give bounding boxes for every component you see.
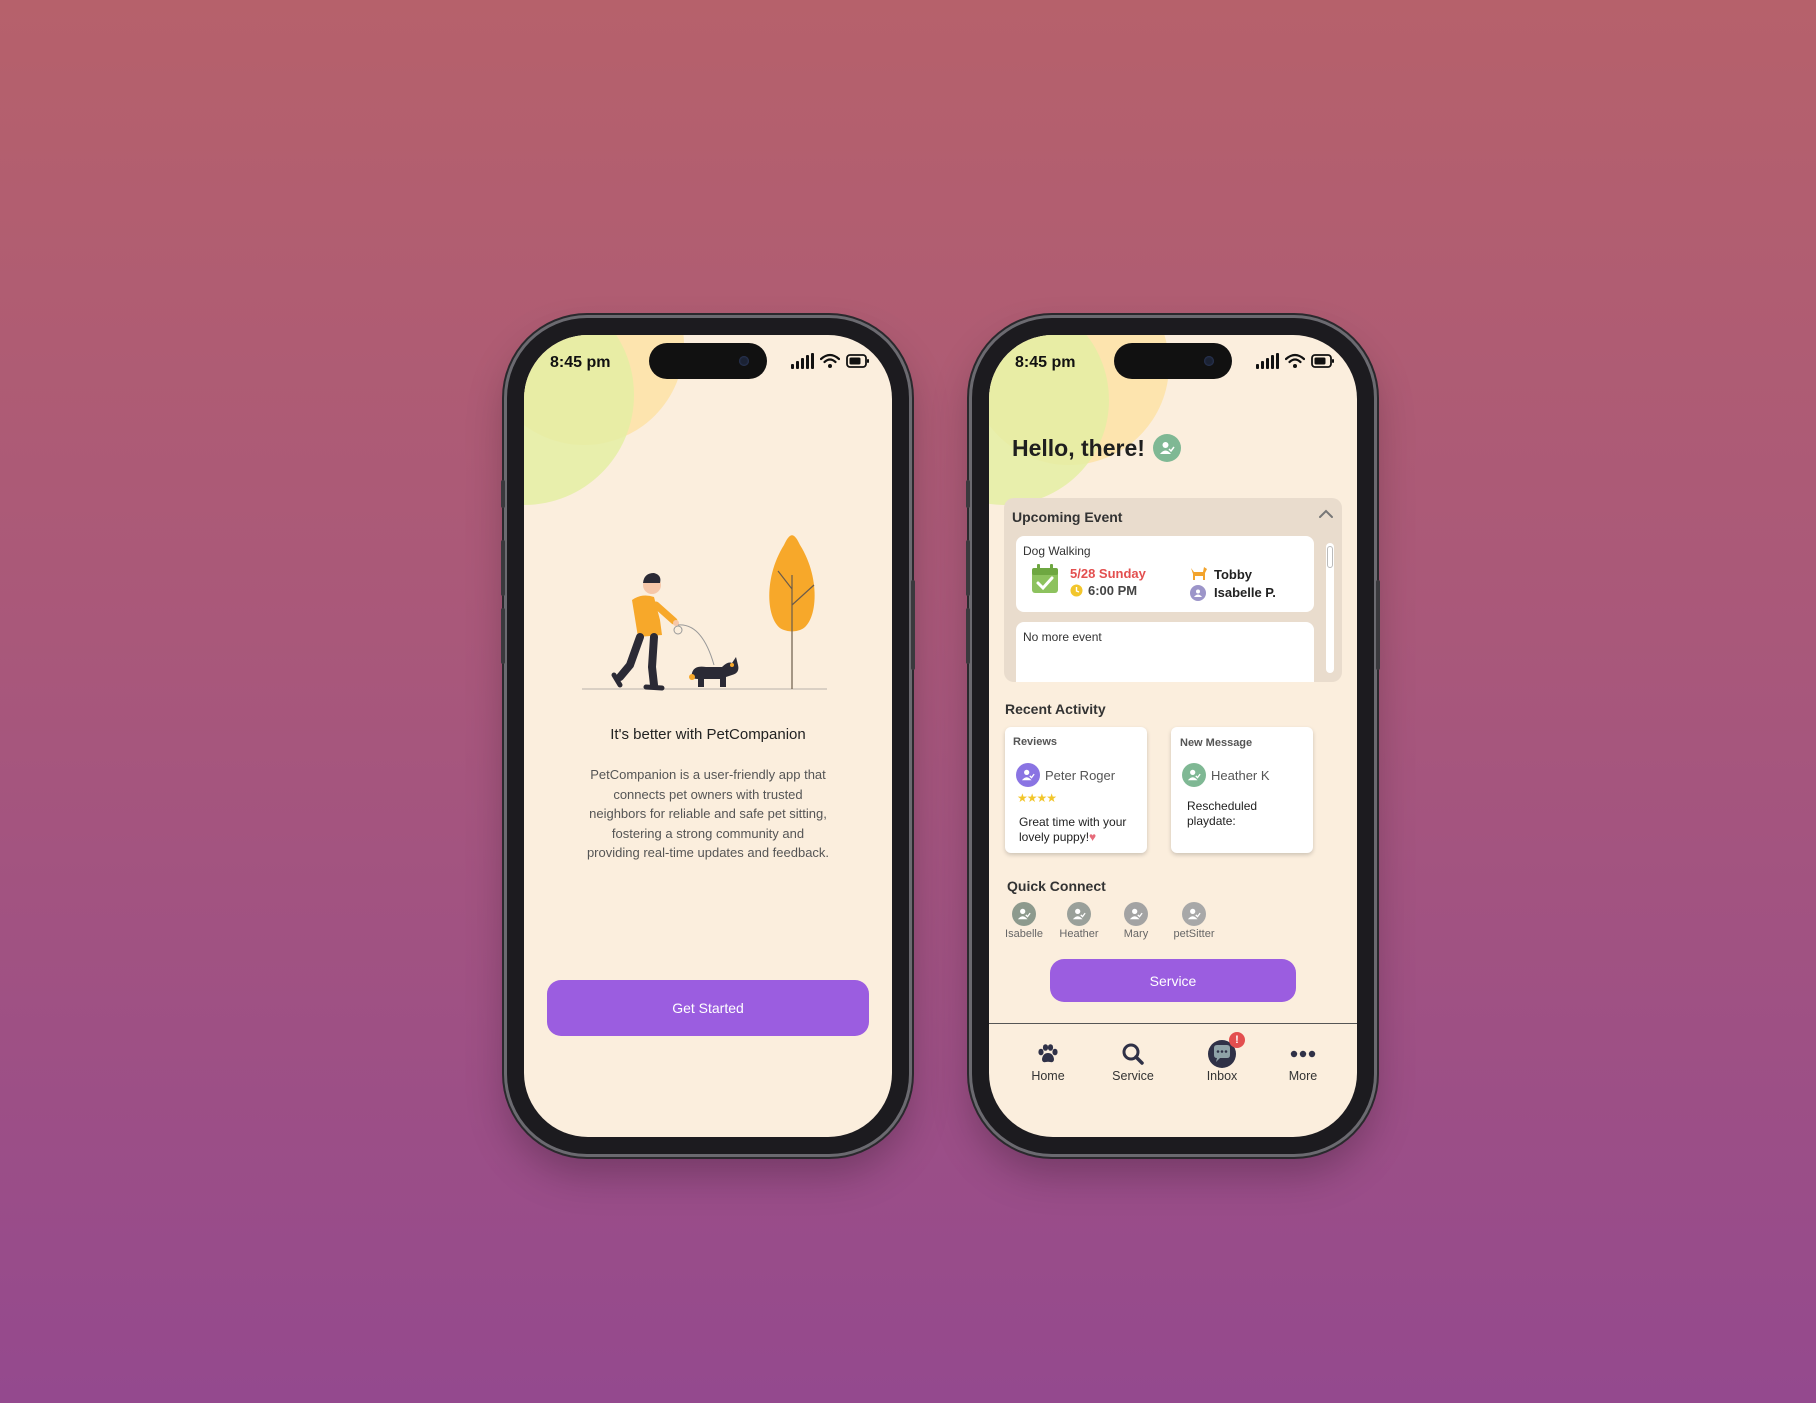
phone-onboarding: 8:45 pm It's better with PetCompanion Pe… (501, 318, 915, 1154)
power-button (911, 580, 915, 670)
mute-switch (501, 480, 505, 508)
sender-name: Heather K (1211, 768, 1270, 783)
tab-more[interactable]: More (1268, 1039, 1338, 1083)
mute-switch (966, 480, 970, 508)
contact-avatar-icon (1067, 902, 1091, 926)
power-button (1376, 580, 1380, 670)
greeting-text: Hello, there! (1012, 434, 1145, 461)
event-date: 5/28 Sunday (1070, 566, 1146, 581)
event-time: 6:00 PM (1088, 583, 1138, 598)
tab-label: Home (1031, 1069, 1065, 1083)
tab-home[interactable]: Home (1013, 1039, 1083, 1083)
contact-avatar-icon (1012, 902, 1036, 926)
home-screen: 8:45 pm Hello, there! Upcoming Event Dog… (989, 335, 1357, 1137)
wifi-icon (820, 353, 840, 368)
event-pet-name: Tobby (1214, 567, 1253, 582)
message-label: New Message (1180, 737, 1253, 749)
event-card-dog-walking[interactable]: Dog Walking 5/28 Sunday 6:00 PM Tobby Is… (1016, 536, 1314, 612)
service-button[interactable]: Service (1050, 959, 1296, 1002)
sitter-avatar-icon (1190, 585, 1206, 601)
contact-name: petSitter (1173, 928, 1215, 940)
event-scrollbar[interactable] (1326, 543, 1334, 673)
onboarding-title: It's better with PetCompanion (610, 726, 806, 743)
dynamic-island (1114, 343, 1232, 379)
recent-activity-title: Recent Activity (1005, 701, 1106, 717)
reviewer-name: Peter Roger (1045, 768, 1116, 783)
tab-inbox[interactable]: ! Inbox (1187, 1032, 1257, 1083)
empty-event-text: No more event (1023, 630, 1102, 644)
volume-up-button (501, 540, 505, 596)
contact-avatar-icon (1124, 902, 1148, 926)
paw-icon (1038, 1044, 1058, 1063)
clock-icon (1070, 584, 1083, 597)
signal-icon (791, 353, 814, 369)
status-time: 8:45 pm (1015, 354, 1076, 371)
onboarding-screen: 8:45 pm It's better with PetCompanion Pe… (524, 335, 892, 1137)
contact-avatar-icon (1182, 902, 1206, 926)
contact-name: Mary (1123, 928, 1149, 940)
more-dots-icon (1290, 1050, 1316, 1058)
quick-connect-title: Quick Connect (1007, 878, 1106, 894)
sender-avatar-icon (1182, 763, 1206, 787)
contact-name: Isabelle (1005, 928, 1043, 940)
status-time: 8:45 pm (550, 354, 611, 371)
review-text: Great time with your lovely puppy!♥ (1019, 815, 1127, 844)
tab-label: Inbox (1206, 1069, 1238, 1083)
wifi-icon (1285, 353, 1305, 368)
no-more-event-card: No more event (1016, 622, 1314, 682)
new-message-card[interactable]: New Message Heather K Rescheduled playda… (1171, 727, 1313, 853)
tab-label: Service (1112, 1069, 1154, 1083)
volume-down-button (966, 608, 970, 664)
message-preview: Rescheduled playdate: (1187, 799, 1258, 828)
reviewer-avatar-icon (1016, 763, 1040, 787)
upcoming-event-panel: Upcoming Event Dog Walking 5/28 Sunday 6… (1004, 498, 1342, 682)
event-scrollbar-thumb[interactable] (1327, 546, 1333, 568)
dog-icon (1191, 567, 1207, 580)
tab-service[interactable]: Service (1098, 1039, 1168, 1083)
event-sitter-name: Isabelle P. (1214, 585, 1276, 600)
review-label: Reviews (1013, 736, 1058, 748)
greeting-header: Hello, there! (1012, 434, 1181, 462)
bottom-tab-bar: Home Service ! Inbox More (989, 1023, 1357, 1137)
search-icon (1122, 1043, 1144, 1065)
review-card[interactable]: Reviews Peter Roger ★★★★ Great time with… (1005, 727, 1147, 853)
signal-icon (1256, 353, 1279, 369)
chevron-up-icon[interactable] (1318, 508, 1334, 520)
phone-home: 8:45 pm Hello, there! Upcoming Event Dog… (966, 318, 1380, 1154)
quick-connect-mary[interactable]: Mary (1106, 902, 1166, 940)
calendar-check-icon (1032, 564, 1058, 593)
contact-name: Heather (1059, 928, 1099, 940)
heart-icon: ♥ (1089, 830, 1097, 844)
event-type: Dog Walking (1023, 544, 1091, 558)
get-started-button[interactable]: Get Started (547, 980, 869, 1036)
onboarding-description: PetCompanion is a user-friendly app that… (586, 767, 830, 860)
quick-connect-isabelle[interactable]: Isabelle (994, 902, 1054, 940)
person-walking-dog-illustration (582, 535, 827, 691)
dynamic-island (649, 343, 767, 379)
upcoming-event-title: Upcoming Event (1012, 509, 1123, 525)
inbox-badge: ! (1229, 1032, 1245, 1048)
battery-icon (1311, 354, 1334, 368)
quick-connect-heather[interactable]: Heather (1049, 902, 1109, 940)
status-icons (791, 353, 870, 369)
volume-down-button (501, 608, 505, 664)
status-icons (1256, 353, 1335, 369)
tab-label: More (1288, 1069, 1318, 1083)
battery-icon (846, 354, 869, 368)
profile-avatar-icon[interactable] (1152, 434, 1181, 462)
volume-up-button (966, 540, 970, 596)
star-rating-icon: ★★★★ (1017, 791, 1057, 805)
quick-connect-petsitter[interactable]: petSitter (1164, 902, 1224, 940)
